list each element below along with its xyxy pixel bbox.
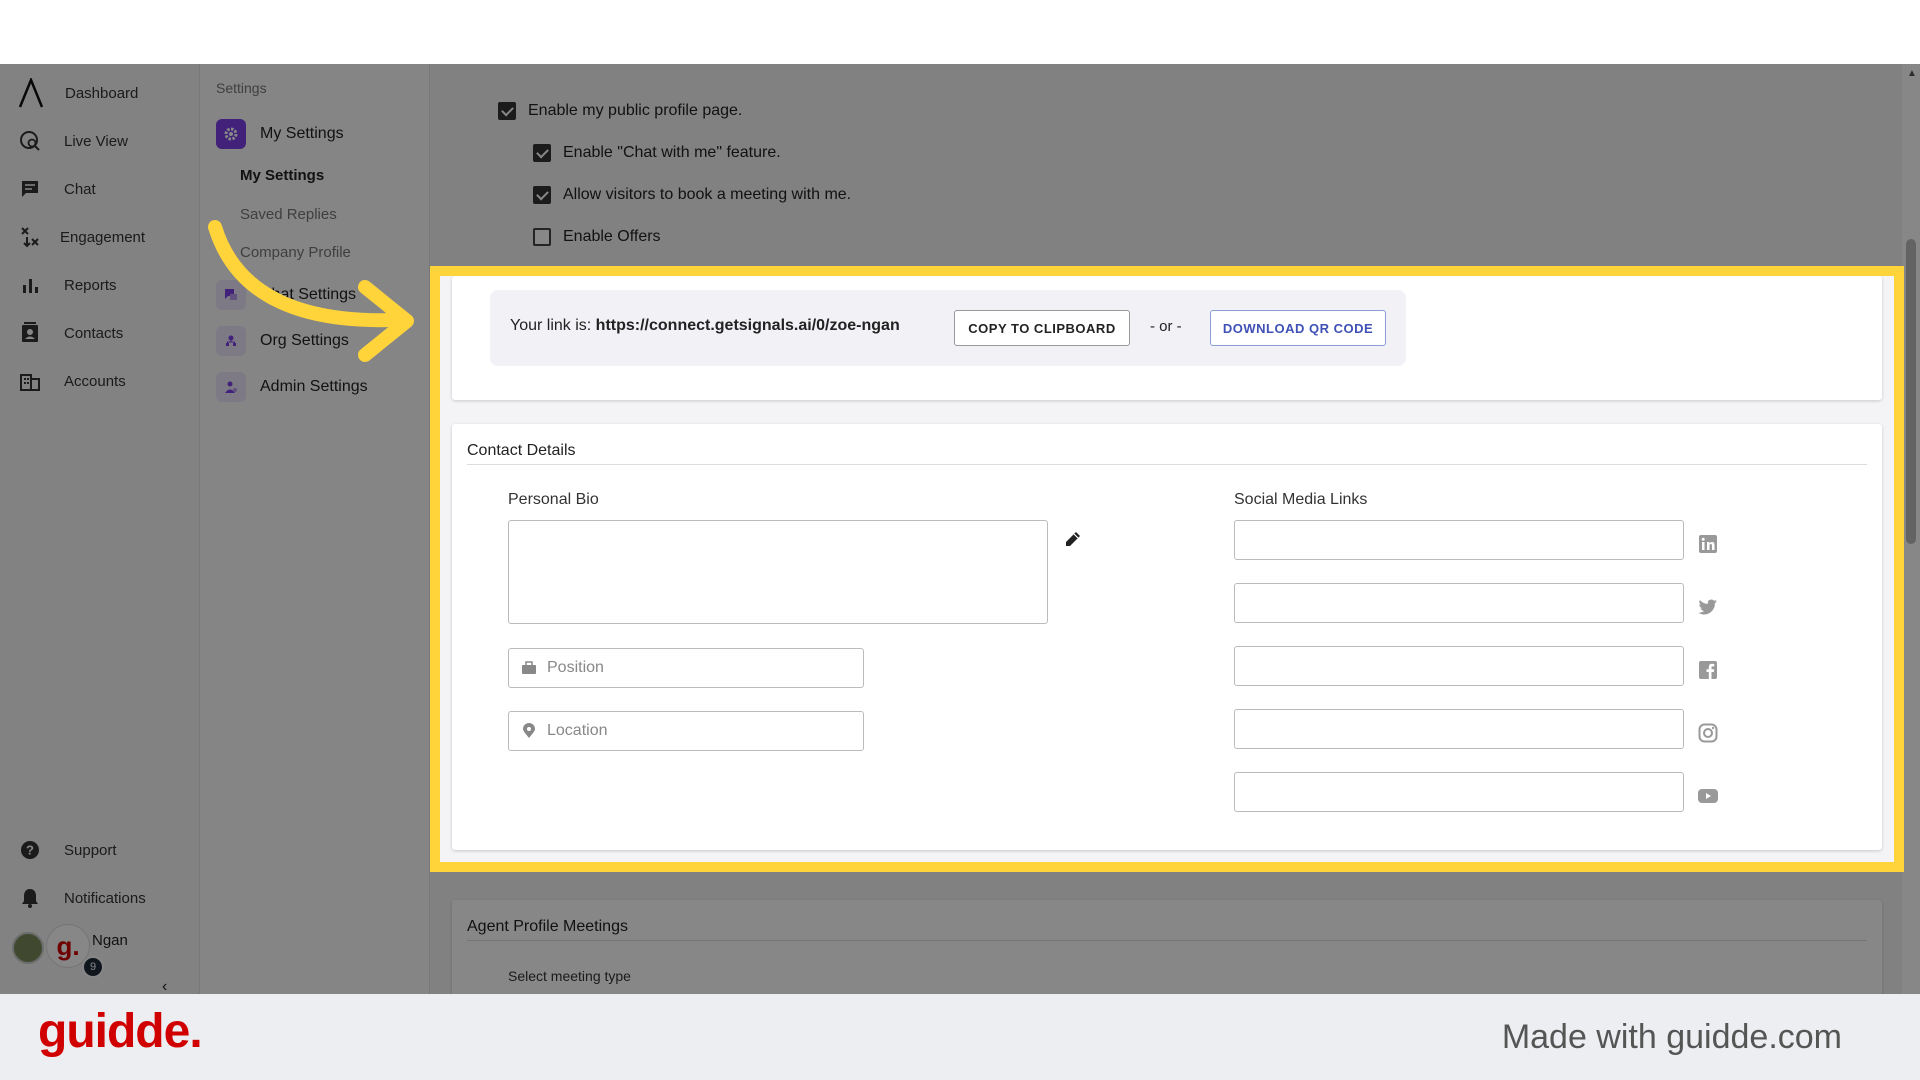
engagement-icon bbox=[18, 225, 42, 249]
gear-icon bbox=[216, 119, 246, 149]
user-profile[interactable]: g. 9 Ngan bbox=[12, 924, 192, 980]
chat-icon bbox=[18, 177, 42, 201]
nav-contacts[interactable]: Contacts bbox=[0, 313, 200, 353]
agent-profile-meetings-card: Agent Profile Meetings Select meeting ty… bbox=[452, 900, 1882, 994]
sidebar-item-admin-settings[interactable]: Admin Settings bbox=[216, 372, 368, 402]
notification-badge: 9 bbox=[82, 956, 104, 978]
nav-chat-label: Chat bbox=[64, 180, 96, 198]
bar-chart-icon bbox=[18, 273, 42, 297]
scrollbar[interactable]: ▲ bbox=[1902, 64, 1920, 994]
scroll-up-icon[interactable]: ▲ bbox=[1907, 68, 1917, 79]
nav-notifications[interactable]: Notifications bbox=[0, 878, 200, 918]
collapse-nav-icon[interactable]: ‹ bbox=[162, 978, 167, 994]
select-meeting-type-label: Select meeting type bbox=[508, 968, 631, 984]
live-view-icon bbox=[18, 129, 42, 153]
bell-icon bbox=[18, 886, 42, 910]
sidebar-item-label: Admin Settings bbox=[260, 378, 368, 395]
nav-chat[interactable]: Chat bbox=[0, 169, 200, 209]
nav-reports-label: Reports bbox=[64, 276, 117, 294]
sidebar-item-label: My Settings bbox=[260, 125, 344, 142]
user-name: Ngan bbox=[92, 932, 128, 949]
checkbox-label: Allow visitors to book a meeting with me… bbox=[563, 186, 852, 203]
settings-sidebar: Settings My Settings My Settings Saved R… bbox=[200, 64, 430, 994]
sidebar-item-my-settings[interactable]: My Settings bbox=[216, 119, 344, 149]
enable-offers-checkbox[interactable]: Enable Offers bbox=[533, 228, 661, 246]
help-icon: ? bbox=[18, 838, 42, 862]
checkbox-checked-icon bbox=[533, 186, 551, 204]
nav-live-view[interactable]: Live View bbox=[0, 121, 200, 161]
nav-notifications-label: Notifications bbox=[64, 889, 146, 907]
book-meeting-checkbox[interactable]: Allow visitors to book a meeting with me… bbox=[533, 186, 851, 204]
divider bbox=[467, 940, 1867, 941]
settings-heading: Settings bbox=[216, 80, 267, 96]
building-icon bbox=[18, 369, 42, 393]
nav-live-view-label: Live View bbox=[64, 132, 128, 150]
admin-icon bbox=[216, 372, 246, 402]
nav-support-label: Support bbox=[64, 841, 117, 859]
nav-accounts[interactable]: Accounts bbox=[0, 361, 200, 401]
checkbox-label: Enable "Chat with me" feature. bbox=[563, 144, 781, 161]
nav-contacts-label: Contacts bbox=[64, 324, 124, 342]
chat-with-me-checkbox[interactable]: Enable "Chat with me" feature. bbox=[533, 144, 781, 162]
top-bar bbox=[0, 0, 1920, 64]
checkbox-checked-icon bbox=[533, 144, 551, 162]
enable-public-profile-checkbox[interactable]: Enable my public profile page. bbox=[498, 102, 742, 120]
checkbox-checked-icon bbox=[498, 102, 516, 120]
agent-profile-meetings-title: Agent Profile Meetings bbox=[467, 918, 628, 935]
left-nav: Dashboard Live View Chat Engagement Repo… bbox=[0, 64, 200, 994]
checkbox-unchecked-icon bbox=[533, 228, 551, 246]
nav-reports[interactable]: Reports bbox=[0, 265, 200, 305]
nav-support[interactable]: ? Support bbox=[0, 830, 200, 870]
nav-accounts-label: Accounts bbox=[64, 372, 126, 390]
avatar bbox=[12, 932, 44, 964]
checkbox-label: Enable my public profile page. bbox=[528, 102, 743, 119]
scrollbar-thumb[interactable] bbox=[1906, 239, 1916, 544]
nav-dashboard-label: Dashboard bbox=[65, 84, 139, 102]
nav-engagement-label: Engagement bbox=[60, 228, 146, 246]
nav-dashboard[interactable]: Dashboard bbox=[0, 73, 200, 113]
svg-text:?: ? bbox=[26, 843, 34, 858]
nav-engagement[interactable]: Engagement bbox=[0, 217, 200, 257]
contacts-icon bbox=[18, 321, 42, 345]
sidebar-sub-my-settings[interactable]: My Settings bbox=[240, 167, 324, 184]
checkbox-label: Enable Offers bbox=[563, 228, 661, 245]
made-with-text: Made with guidde.com bbox=[1501, 1018, 1842, 1056]
highlight-frame bbox=[430, 266, 1904, 872]
pointer-arrow-icon bbox=[208, 220, 414, 362]
guidde-logo: guidde. bbox=[38, 1005, 203, 1058]
footer: guidde. Made with guidde.com bbox=[0, 994, 1920, 1080]
